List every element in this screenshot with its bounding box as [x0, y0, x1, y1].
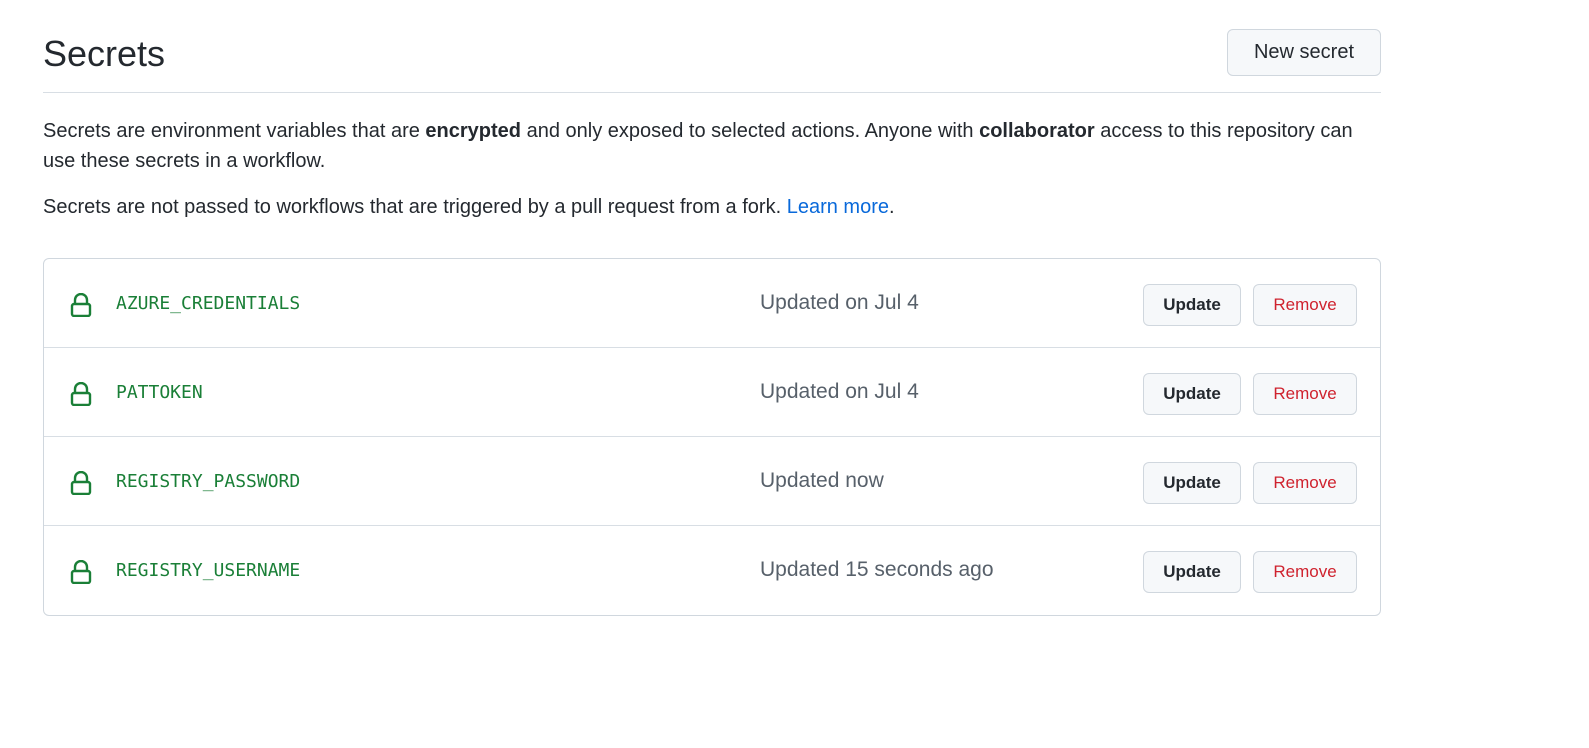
- update-secret-button[interactable]: Update: [1143, 551, 1241, 593]
- secret-updated-time: Updated 15 seconds ago: [760, 558, 994, 581]
- fork-note-suffix: .: [888, 196, 895, 218]
- secret-name: PATTOKEN: [116, 382, 203, 403]
- secret-row: PATTOKEN Updated on Jul 4 Update Remove: [44, 348, 1380, 437]
- lock-icon: [70, 382, 92, 406]
- secrets-list: AZURE_CREDENTIALS Updated on Jul 4 Updat…: [43, 258, 1381, 616]
- update-secret-button[interactable]: Update: [1143, 462, 1241, 504]
- update-secret-button[interactable]: Update: [1143, 284, 1241, 326]
- secret-updated-time: Updated on Jul 4: [760, 291, 919, 314]
- remove-secret-button[interactable]: Remove: [1253, 284, 1357, 326]
- secret-name: REGISTRY_USERNAME: [116, 560, 301, 581]
- secret-name: AZURE_CREDENTIALS: [116, 293, 301, 314]
- description-text: Secrets are environment variables that a…: [43, 120, 426, 142]
- fork-note: Secrets are not passed to workflows that…: [43, 192, 895, 222]
- secret-updated-time: Updated now: [760, 469, 884, 492]
- page-header: Secrets New secret: [43, 0, 1381, 93]
- fork-note-text: Secrets are not passed to workflows that…: [43, 196, 787, 218]
- secret-row: AZURE_CREDENTIALS Updated on Jul 4 Updat…: [44, 259, 1380, 348]
- new-secret-button[interactable]: New secret: [1227, 29, 1381, 76]
- secrets-description: Secrets are environment variables that a…: [43, 116, 1383, 176]
- page-title: Secrets: [43, 33, 166, 74]
- secret-name: REGISTRY_PASSWORD: [116, 471, 301, 492]
- update-secret-button[interactable]: Update: [1143, 373, 1241, 415]
- remove-secret-button[interactable]: Remove: [1253, 373, 1357, 415]
- secret-row: REGISTRY_USERNAME Updated 15 seconds ago…: [44, 526, 1380, 615]
- collaborator-emphasis: collaborator: [979, 120, 1095, 142]
- remove-secret-button[interactable]: Remove: [1253, 551, 1357, 593]
- secrets-settings: Secrets New secret Secrets are environme…: [43, 0, 1381, 616]
- lock-icon: [70, 293, 92, 317]
- encrypted-emphasis: encrypted: [425, 120, 522, 142]
- learn-more-link[interactable]: Learn more: [787, 196, 889, 218]
- description-text: and only exposed to selected actions. An…: [521, 120, 980, 142]
- secret-updated-time: Updated on Jul 4: [760, 380, 919, 403]
- lock-icon: [70, 471, 92, 495]
- remove-secret-button[interactable]: Remove: [1253, 462, 1357, 504]
- lock-icon: [70, 560, 92, 584]
- secret-row: REGISTRY_PASSWORD Updated now Update Rem…: [44, 437, 1380, 526]
